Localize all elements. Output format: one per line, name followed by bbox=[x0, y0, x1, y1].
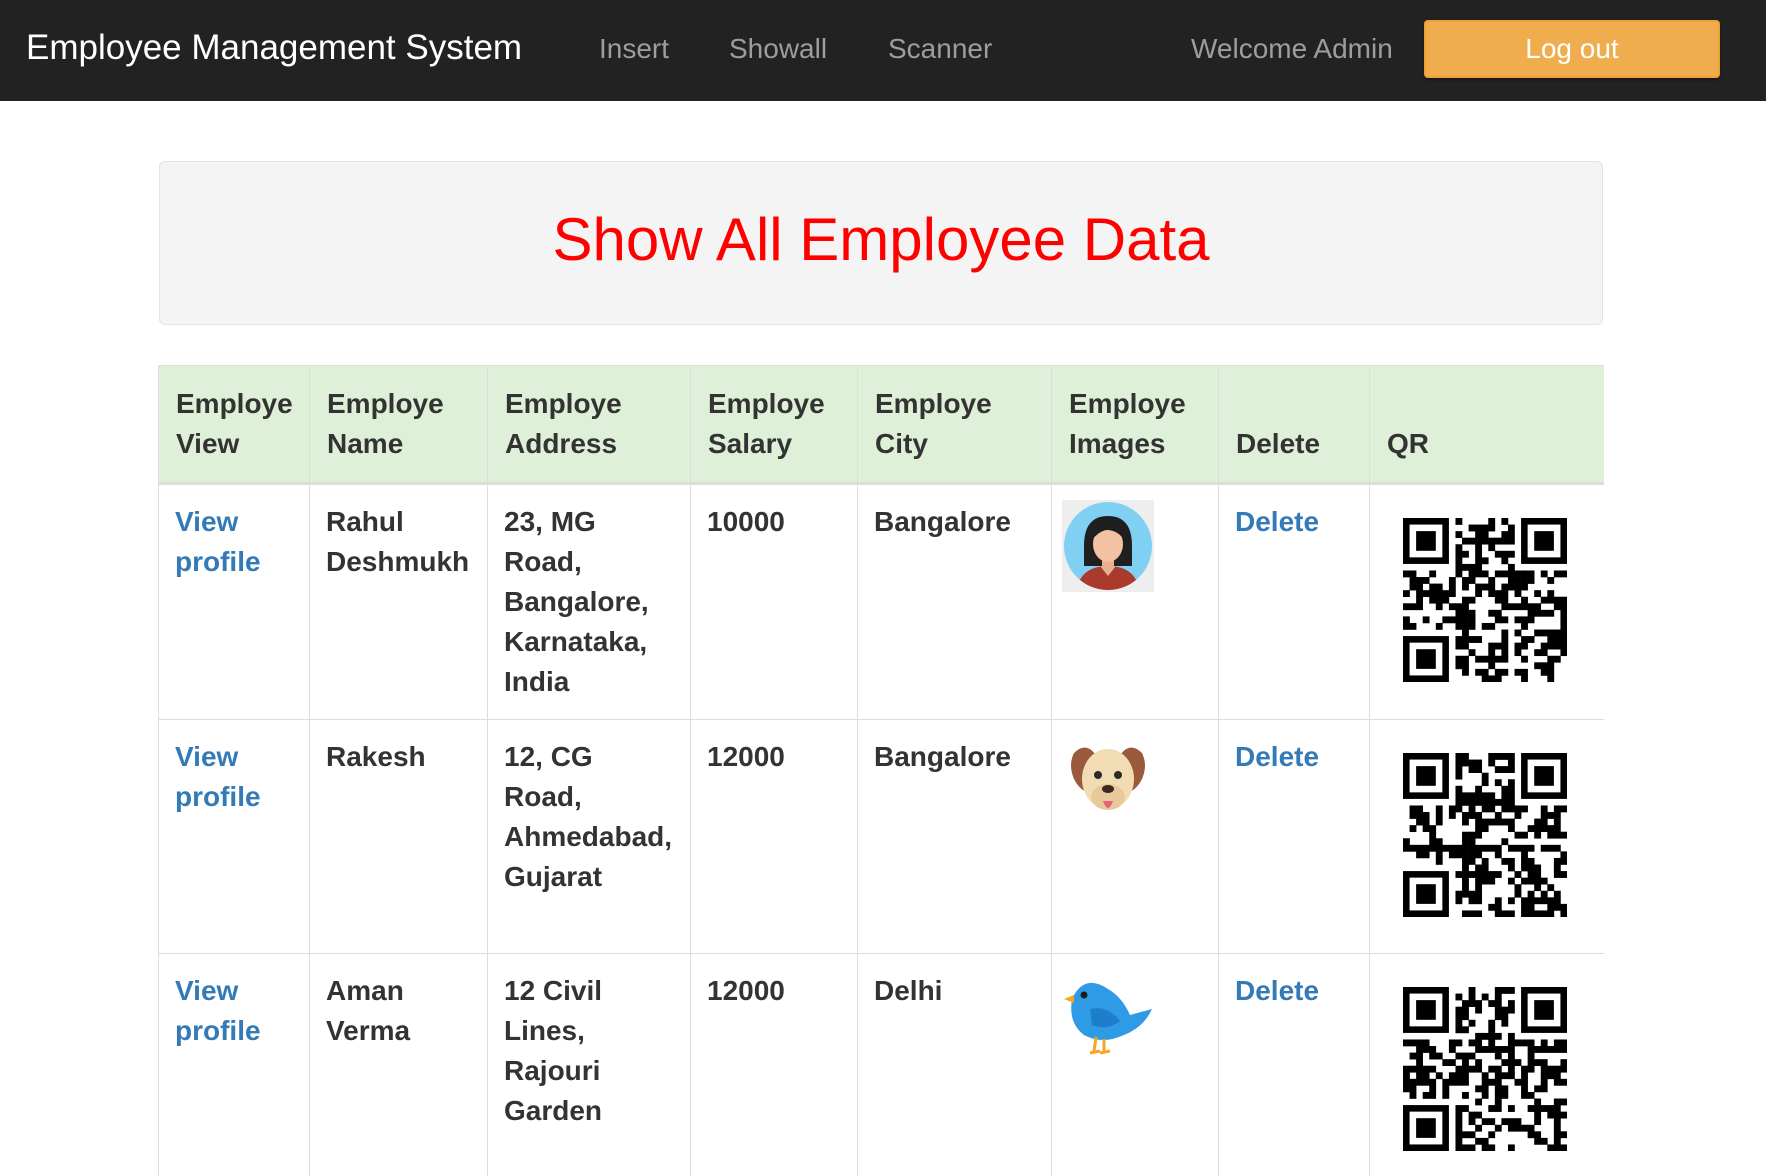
welcome-text: Welcome Admin bbox=[1191, 33, 1393, 64]
view-cell: View profile bbox=[158, 719, 310, 954]
delete-link[interactable]: Delete bbox=[1235, 741, 1319, 772]
dog-icon bbox=[1071, 747, 1145, 810]
employee-table-container: Employe View Employe Name Employe Address E… bbox=[158, 365, 1604, 1176]
header-delete: Delete bbox=[1218, 365, 1370, 485]
delete-cell: Delete bbox=[1218, 483, 1370, 720]
navbar: Employee Management System Insert Showal… bbox=[0, 0, 1766, 101]
image-cell bbox=[1051, 719, 1219, 954]
delete-cell: Delete bbox=[1218, 953, 1370, 1176]
header-employe-view: Employe View bbox=[158, 365, 310, 485]
nav-link-insert[interactable]: Insert bbox=[599, 33, 669, 65]
view-cell: View profile bbox=[158, 953, 310, 1176]
image-cell bbox=[1051, 953, 1219, 1176]
qr-cell bbox=[1369, 483, 1604, 720]
employee-table: Employe View Employe Name Employe Address E… bbox=[158, 365, 1604, 1176]
nav-link-scanner[interactable]: Scanner bbox=[888, 33, 992, 65]
page-title: Show All Employee Data bbox=[552, 206, 1210, 273]
image-cell bbox=[1051, 483, 1219, 720]
qr-code-icon bbox=[1403, 518, 1568, 683]
brand-title[interactable]: Employee Management System bbox=[26, 28, 522, 68]
city-cell: Bangalore bbox=[857, 719, 1052, 954]
address-cell: 12, CG Road, Ahmedabad, Gujarat bbox=[487, 719, 691, 954]
nav-link-showall[interactable]: Showall bbox=[729, 33, 827, 65]
view-profile-link[interactable]: View profile bbox=[175, 741, 261, 812]
view-profile-link[interactable]: View profile bbox=[175, 506, 261, 577]
header-qr: QR bbox=[1369, 365, 1604, 485]
blue-bird-icon bbox=[1064, 982, 1152, 1055]
table-header-row: Employe View Employe Name Employe Address E… bbox=[158, 365, 1604, 485]
name-cell: Aman Verma bbox=[309, 953, 488, 1176]
city-cell: Bangalore bbox=[857, 483, 1052, 720]
salary-cell: 12000 bbox=[690, 953, 858, 1176]
header-employe-images: Employe Images bbox=[1051, 365, 1219, 485]
name-cell: Rahul Deshmukh bbox=[309, 483, 488, 720]
table-row: View profile Rakesh 12, CG Road, Ahmedabad,… bbox=[158, 719, 1604, 954]
qr-cell bbox=[1369, 719, 1604, 954]
table-row: View profile Aman Verma 12 Civil Lines, Rajo… bbox=[158, 953, 1604, 1176]
address-cell: 12 Civil Lines, Rajouri Garden bbox=[487, 953, 691, 1176]
qr-cell bbox=[1369, 953, 1604, 1176]
heading-panel: Show All Employee Data bbox=[159, 161, 1603, 325]
delete-cell: Delete bbox=[1218, 719, 1370, 954]
qr-code-icon bbox=[1403, 753, 1568, 918]
header-employe-city: Employe City bbox=[857, 365, 1052, 485]
view-profile-link[interactable]: View profile bbox=[175, 975, 261, 1046]
name-cell: Rakesh bbox=[309, 719, 488, 954]
address-cell: 23, MG Road, Bangalore, Karnataka, India bbox=[487, 483, 691, 720]
salary-cell: 10000 bbox=[690, 483, 858, 720]
delete-link[interactable]: Delete bbox=[1235, 975, 1319, 1006]
city-cell: Delhi bbox=[857, 953, 1052, 1176]
table-row: View profile Rahul Deshmukh 23, MG Road, Ban… bbox=[158, 483, 1604, 720]
header-employe-address: Employe Address bbox=[487, 365, 691, 485]
header-employe-salary: Employe Salary bbox=[690, 365, 858, 485]
view-cell: View profile bbox=[158, 483, 310, 720]
qr-code-icon bbox=[1403, 987, 1568, 1152]
delete-link[interactable]: Delete bbox=[1235, 506, 1319, 537]
woman-avatar-icon bbox=[1062, 500, 1154, 592]
salary-cell: 12000 bbox=[690, 719, 858, 954]
logout-button[interactable]: Log out bbox=[1424, 20, 1720, 78]
header-employe-name: Employe Name bbox=[309, 365, 488, 485]
